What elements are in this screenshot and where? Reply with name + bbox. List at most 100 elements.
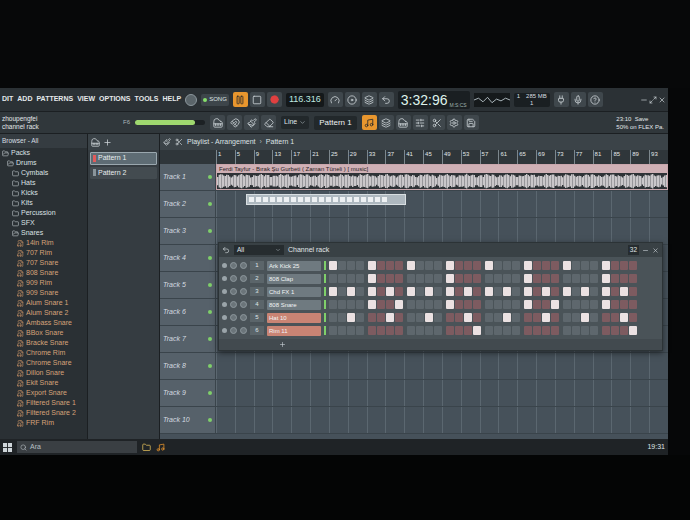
browser-item[interactable]: Packs [0, 148, 87, 158]
save-button[interactable] [464, 115, 479, 130]
track-header[interactable]: Track 7 [160, 326, 216, 352]
step-button[interactable] [386, 326, 394, 335]
step-button[interactable] [329, 274, 337, 283]
piano-roll-button[interactable] [396, 115, 411, 130]
step-button[interactable] [416, 261, 424, 270]
step-button[interactable] [611, 287, 619, 296]
step-button[interactable] [395, 274, 403, 283]
menu-item[interactable]: OPTIONS [99, 94, 131, 105]
step-button[interactable] [503, 274, 511, 283]
step-button[interactable] [590, 261, 598, 270]
step-button[interactable] [368, 274, 376, 283]
browser-item[interactable]: Bracke Snare [0, 338, 87, 348]
menu-item[interactable]: PATTERNS [36, 94, 73, 105]
volume-knob[interactable] [240, 327, 247, 334]
step-button[interactable] [572, 287, 580, 296]
step-button[interactable] [329, 300, 337, 309]
step-button[interactable] [377, 274, 385, 283]
browser-item[interactable]: Hats [0, 178, 87, 188]
browser-item[interactable]: Export Snare [0, 388, 87, 398]
track-header[interactable]: Track 1 [160, 164, 216, 190]
browser-item[interactable]: 707 Rim [0, 248, 87, 258]
step-button[interactable] [473, 274, 481, 283]
step-button[interactable] [611, 326, 619, 335]
pan-knob[interactable] [230, 275, 237, 282]
browser-item[interactable]: Alum Snare 2 [0, 308, 87, 318]
channel-select-bar[interactable] [324, 313, 326, 322]
step-button[interactable] [542, 300, 550, 309]
step-button[interactable] [485, 274, 493, 283]
step-button[interactable] [347, 300, 355, 309]
overdub-button[interactable] [362, 92, 377, 107]
channel-select-bar[interactable] [324, 274, 326, 283]
step-button[interactable] [524, 261, 532, 270]
piano-button[interactable] [210, 115, 225, 130]
browser-item[interactable]: Chrome Snare [0, 358, 87, 368]
tempo-knob[interactable] [185, 94, 197, 106]
step-button[interactable] [446, 287, 454, 296]
metronome-button[interactable] [328, 92, 343, 107]
step-button[interactable] [572, 261, 580, 270]
step-button[interactable] [494, 274, 502, 283]
channel-name-button[interactable]: 808 Snare [267, 300, 321, 310]
track-header[interactable]: Track 2 [160, 191, 216, 217]
browser-item[interactable]: SFX [0, 218, 87, 228]
channel-number[interactable]: 2 [250, 274, 264, 283]
step-button[interactable] [347, 313, 355, 322]
song-mode-toggle[interactable]: SONG [201, 94, 229, 106]
step-button[interactable] [356, 274, 364, 283]
step-button[interactable] [395, 287, 403, 296]
step-button[interactable] [551, 300, 559, 309]
channel-number[interactable]: 5 [250, 313, 264, 322]
step-button[interactable] [347, 326, 355, 335]
channel-number[interactable]: 4 [250, 300, 264, 309]
step-button[interactable] [551, 326, 559, 335]
step-button[interactable] [620, 300, 628, 309]
step-button[interactable] [524, 287, 532, 296]
step-button[interactable] [620, 274, 628, 283]
step-button[interactable] [446, 261, 454, 270]
track-lane[interactable] [216, 380, 668, 406]
step-button[interactable] [368, 287, 376, 296]
step-button[interactable] [581, 313, 589, 322]
step-button[interactable] [563, 313, 571, 322]
track-lane[interactable] [216, 353, 668, 379]
mute-led[interactable] [222, 302, 227, 307]
browser-item[interactable]: Filtered Snare 1 [0, 398, 87, 408]
step-button[interactable] [407, 300, 415, 309]
track-header[interactable]: Track 9 [160, 380, 216, 406]
browser-item[interactable]: Alum Snare 1 [0, 298, 87, 308]
step-button[interactable] [338, 326, 346, 335]
browser-item[interactable]: Percussion [0, 208, 87, 218]
step-button[interactable] [503, 300, 511, 309]
browser-item[interactable]: Filtered Snare 2 [0, 408, 87, 418]
step-button[interactable] [512, 326, 520, 335]
browser-item[interactable]: 808 Snare [0, 268, 87, 278]
mute-led[interactable] [222, 263, 227, 268]
mute-led[interactable] [222, 276, 227, 281]
step-button[interactable] [485, 326, 493, 335]
step-button[interactable] [377, 261, 385, 270]
step-button[interactable] [542, 261, 550, 270]
step-button[interactable] [629, 300, 637, 309]
explorer-icon[interactable] [142, 443, 151, 452]
track-lane[interactable]: Ferdi Tayfur - Bırak Şu Gurbeti ( Zaman … [216, 164, 668, 190]
step-button[interactable] [347, 274, 355, 283]
step-button[interactable] [602, 274, 610, 283]
browser-item[interactable]: Dillon Snare [0, 368, 87, 378]
step-button[interactable] [572, 313, 580, 322]
channel-rack-button[interactable] [362, 115, 377, 130]
step-button[interactable] [485, 313, 493, 322]
step-button[interactable] [512, 300, 520, 309]
step-button[interactable] [425, 326, 433, 335]
mute-led[interactable] [222, 289, 227, 294]
step-button[interactable] [338, 261, 346, 270]
pan-knob[interactable] [230, 262, 237, 269]
step-button[interactable] [455, 261, 463, 270]
step-button[interactable] [416, 300, 424, 309]
step-button[interactable] [455, 300, 463, 309]
step-button[interactable] [611, 313, 619, 322]
step-button[interactable] [347, 287, 355, 296]
step-button[interactable] [629, 274, 637, 283]
step-button[interactable] [446, 313, 454, 322]
